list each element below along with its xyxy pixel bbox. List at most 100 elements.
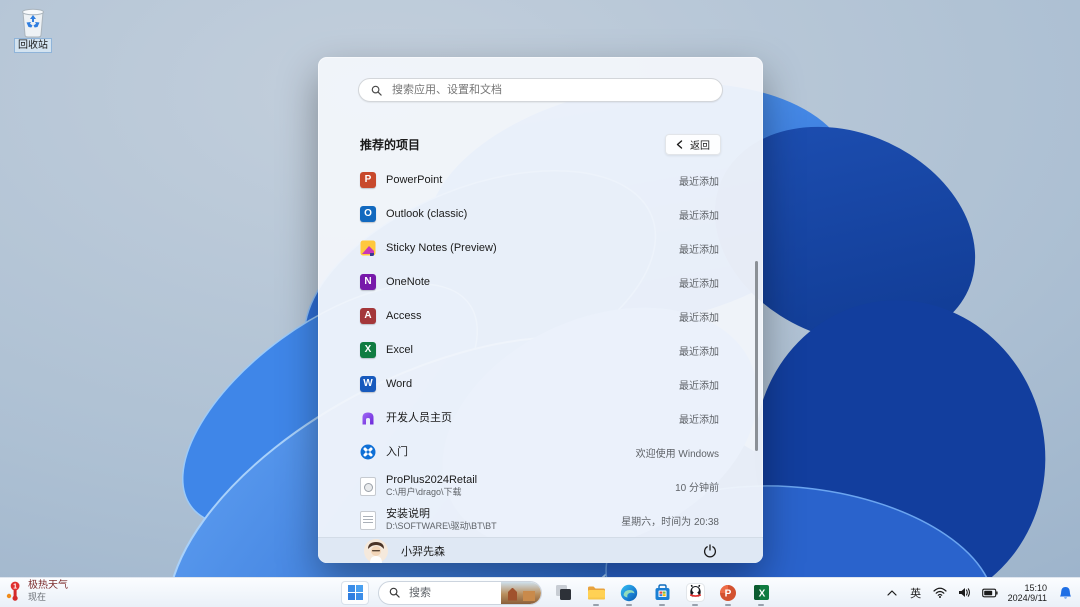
list-item-word[interactable]: W Word 最近添加 (360, 367, 719, 401)
user-profile-button[interactable]: 小羿先森 (364, 539, 697, 563)
taskbar: 1 极热天气 现在 搜索 P X 英 15:10 2024/9/11 (0, 577, 1080, 607)
item-label: Excel (386, 343, 413, 356)
user-avatar (364, 539, 388, 563)
sticky-notes-icon (360, 240, 376, 256)
clock-time: 15:10 (1024, 582, 1047, 593)
outlook-icon: O (360, 206, 376, 222)
item-status: 最近添加 (679, 414, 719, 426)
recommended-list: P PowerPoint 最近添加 O Outlook (classic) 最近… (318, 161, 763, 537)
running-indicator (725, 603, 731, 606)
recommended-section-title: 推荐的项目 (360, 138, 421, 152)
item-label: PowerPoint (386, 173, 443, 186)
list-item-access[interactable]: A Access 最近添加 (360, 299, 719, 333)
search-highlight-image[interactable] (501, 581, 541, 604)
start-button[interactable] (341, 580, 369, 605)
installer-file-icon (360, 476, 376, 496)
taskbar-search-input[interactable] (407, 585, 501, 600)
running-indicator (659, 603, 665, 606)
microsoft-store-button[interactable] (650, 580, 674, 606)
svg-text:P: P (725, 588, 732, 599)
list-item-onenote[interactable]: N OneNote 最近添加 (360, 265, 719, 299)
item-label: Access (386, 309, 422, 322)
user-name: 小羿先森 (401, 546, 445, 558)
taskbar-search-box[interactable] (378, 580, 542, 605)
list-item-sticky-notes[interactable]: Sticky Notes (Preview) 最近添加 (360, 231, 719, 265)
start-menu-footer: 小羿先森 (318, 537, 763, 563)
ime-indicator[interactable]: 英 (908, 585, 924, 601)
excel-taskbar-button[interactable]: X (749, 580, 773, 606)
excel-icon: X (360, 342, 376, 358)
list-item-powerpoint[interactable]: P PowerPoint 最近添加 (360, 163, 719, 197)
weather-title: 极热天气 (28, 580, 68, 591)
list-item-outlook[interactable]: O Outlook (classic) 最近添加 (360, 197, 719, 231)
windows-logo-icon (347, 585, 363, 600)
battery-button[interactable] (981, 582, 999, 604)
heat-warning-icon: 1 (6, 581, 20, 601)
list-item-get-started[interactable]: 入门 欢迎使用 Windows (360, 435, 719, 469)
list-item-install-notes[interactable]: 安装说明 D:\SOFTWARE\驱动\BT\BT 星期六，时间为 20:38 (360, 503, 719, 537)
speaker-icon (959, 588, 971, 597)
recycle-bin-label: 回收站 (14, 38, 52, 53)
clock-date: 2024/9/11 (1007, 592, 1047, 603)
microsoft-store-icon (655, 584, 669, 600)
item-status: 最近添加 (679, 312, 719, 324)
edge-button[interactable] (617, 580, 641, 606)
item-label: 入门 (386, 445, 408, 458)
item-label: 安装说明 (386, 508, 430, 520)
weather-widget[interactable]: 1 极热天气 现在 (6, 580, 68, 602)
onenote-icon: N (360, 274, 376, 290)
recycle-bin-shortcut[interactable]: 回收站 (4, 6, 62, 53)
volume-button[interactable] (956, 582, 974, 604)
power-icon (703, 544, 717, 558)
file-explorer-button[interactable] (584, 580, 608, 606)
qq-icon (685, 583, 705, 602)
item-status: 最近添加 (679, 380, 719, 392)
item-status: 欢迎使用 Windows (635, 448, 719, 460)
item-label: Sticky Notes (Preview) (386, 241, 497, 254)
svg-text:1: 1 (13, 583, 17, 590)
tray-chevron-button[interactable] (883, 582, 901, 604)
list-item-excel[interactable]: X Excel 最近添加 (360, 333, 719, 367)
chevron-left-icon (676, 140, 683, 149)
task-view-icon (555, 585, 571, 600)
text-file-icon (360, 510, 376, 530)
qq-button[interactable] (683, 580, 707, 606)
wifi-icon (933, 587, 947, 598)
item-label: OneNote (386, 275, 431, 288)
item-label: ProPlus2024Retail (386, 474, 478, 486)
list-item-dev-home[interactable]: 开发人员主页 最近添加 (360, 401, 719, 435)
item-status: 最近添加 (679, 346, 719, 358)
recycle-bin-icon (22, 8, 44, 38)
task-view-button[interactable] (551, 580, 575, 606)
weather-subtitle: 现在 (28, 592, 47, 602)
word-icon: W (360, 376, 376, 392)
back-button-label: 返回 (690, 141, 710, 152)
powerpoint-icon: P (360, 172, 376, 188)
running-indicator (626, 603, 632, 606)
power-button[interactable] (697, 538, 723, 563)
running-indicator (758, 603, 764, 606)
file-explorer-icon (587, 586, 605, 599)
item-path: C:\用户\drago\下载 (386, 487, 462, 497)
item-status: 最近添加 (679, 244, 719, 256)
notification-bell-icon (1059, 586, 1071, 599)
item-status: 星期六，时间为 20:38 (621, 516, 719, 528)
item-status: 最近添加 (679, 278, 719, 290)
item-path: D:\SOFTWARE\驱动\BT\BT (386, 521, 497, 531)
item-status: 最近添加 (679, 176, 719, 188)
start-search-box[interactable] (358, 78, 723, 102)
item-label: Word (386, 377, 413, 390)
running-indicator (593, 603, 599, 606)
item-status: 最近添加 (679, 210, 719, 222)
item-label: Outlook (classic) (386, 207, 468, 220)
notification-button[interactable] (1056, 582, 1074, 604)
scrollbar[interactable] (755, 261, 758, 451)
running-indicator (692, 603, 698, 606)
back-button[interactable]: 返回 (665, 134, 721, 155)
start-search-input[interactable] (390, 83, 710, 97)
list-item-proplus-file[interactable]: ProPlus2024Retail C:\用户\drago\下载 10 分钟前 (360, 469, 719, 503)
powerpoint-taskbar-button[interactable]: P (716, 580, 740, 606)
start-menu-panel: 推荐的项目 返回 P PowerPoint 最近添加 O Outlook (cl… (318, 57, 763, 563)
wifi-button[interactable] (931, 582, 949, 604)
clock[interactable]: 15:10 2024/9/11 (1006, 583, 1049, 603)
